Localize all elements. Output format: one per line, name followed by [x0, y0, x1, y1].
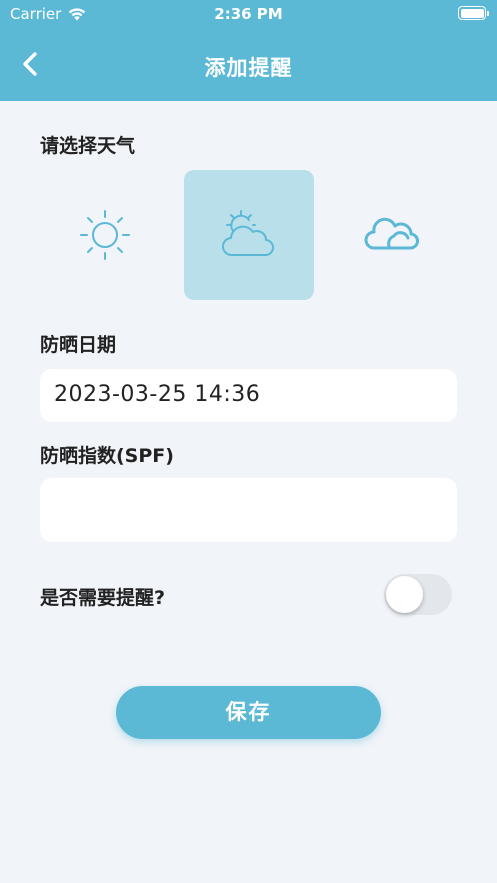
toggle-knob — [386, 576, 423, 613]
status-bar: Carrier 2:36 PM — [0, 0, 497, 28]
weather-option-cloudy[interactable] — [327, 170, 457, 300]
weather-option-sunny[interactable] — [40, 170, 170, 300]
reminder-label: 是否需要提醒? — [40, 587, 166, 609]
battery-icon — [458, 6, 489, 20]
status-time: 2:36 PM — [214, 5, 283, 23]
date-field[interactable]: 2023-03-25 14:36 — [40, 369, 457, 422]
nav-bar: 添加提醒 — [0, 40, 497, 88]
sun-icon — [80, 210, 130, 260]
weather-option-partly-cloudy[interactable] — [184, 170, 314, 300]
page-title: 添加提醒 — [204, 56, 293, 80]
spf-input[interactable] — [40, 478, 457, 542]
date-value: 2023-03-25 14:36 — [54, 382, 261, 407]
reminder-toggle[interactable] — [384, 574, 452, 615]
cloud-icon — [364, 217, 419, 250]
header: Carrier 2:36 PM 添加提醒 — [0, 0, 497, 101]
weather-label: 请选择天气 — [40, 135, 136, 157]
date-label: 防晒日期 — [40, 334, 117, 356]
spf-label: 防晒指数(SPF) — [40, 445, 174, 467]
save-button[interactable]: 保存 — [116, 686, 381, 739]
partly-cloudy-icon — [222, 210, 274, 256]
